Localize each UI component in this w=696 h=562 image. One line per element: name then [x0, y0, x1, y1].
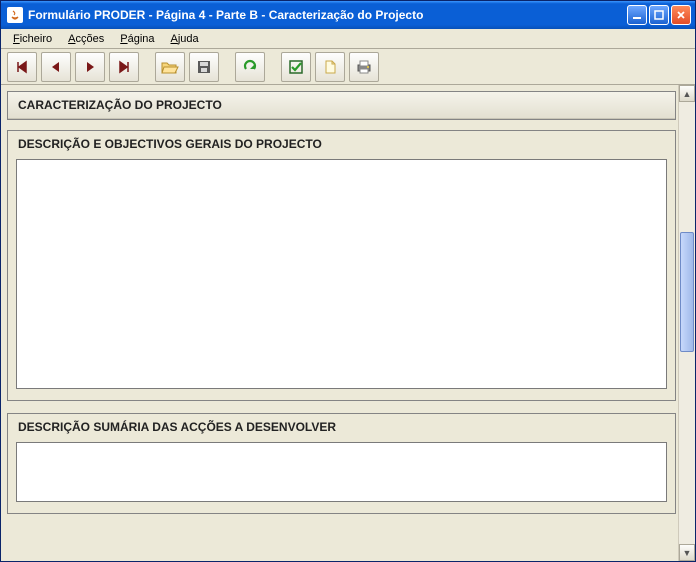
menu-ficheiro[interactable]: Ficheiro	[5, 31, 60, 47]
descricao-accoes-textarea[interactable]	[16, 442, 667, 502]
panel-title: CARACTERIZAÇÃO DO PROJECTO	[8, 92, 675, 119]
redo-arrow-icon	[242, 59, 258, 75]
window-buttons	[627, 5, 691, 25]
nav-last-button[interactable]	[109, 52, 139, 82]
open-button[interactable]	[155, 52, 185, 82]
maximize-button[interactable]	[649, 5, 669, 25]
scroll-up-button[interactable]: ▲	[679, 85, 695, 102]
menu-ajuda[interactable]: Ajuda	[163, 31, 207, 47]
refresh-button[interactable]	[235, 52, 265, 82]
window-title: Formulário PRODER - Página 4 - Parte B -…	[28, 8, 627, 22]
checkbox-check-icon	[288, 59, 304, 75]
section-title: DESCRIÇÃO SUMÁRIA DAS ACÇÕES A DESENVOLV…	[8, 414, 675, 440]
menu-label: Ajuda	[171, 33, 199, 45]
descricao-objectivos-textarea[interactable]	[16, 159, 667, 389]
scroll-pane: CARACTERIZAÇÃO DO PROJECTO DESCRIÇÃO E O…	[1, 85, 678, 561]
section-descricao-objectivos: DESCRIÇÃO E OBJECTIVOS GERAIS DO PROJECT…	[7, 130, 676, 401]
menu-accoes[interactable]: Acções	[60, 31, 112, 47]
section-descricao-accoes: DESCRIÇÃO SUMÁRIA DAS ACÇÕES A DESENVOLV…	[7, 413, 676, 514]
validate-button[interactable]	[281, 52, 311, 82]
java-icon	[7, 7, 23, 23]
scroll-down-button[interactable]: ▼	[679, 544, 695, 561]
titlebar: Formulário PRODER - Página 4 - Parte B -…	[1, 1, 695, 29]
menubar: Ficheiro Acções Página Ajuda	[1, 29, 695, 49]
scroll-thumb[interactable]	[680, 232, 694, 352]
new-page-button[interactable]	[315, 52, 345, 82]
menu-label: Acções	[68, 33, 104, 45]
menu-label: Ficheiro	[13, 33, 52, 45]
nav-next-button[interactable]	[75, 52, 105, 82]
content-area: CARACTERIZAÇÃO DO PROJECTO DESCRIÇÃO E O…	[1, 85, 695, 561]
nav-prev-button[interactable]	[41, 52, 71, 82]
folder-open-icon	[161, 59, 179, 75]
toolbar	[1, 49, 695, 85]
nav-first-button[interactable]	[7, 52, 37, 82]
menu-pagina[interactable]: Página	[112, 31, 162, 47]
main-panel: CARACTERIZAÇÃO DO PROJECTO	[7, 91, 676, 120]
print-button[interactable]	[349, 52, 379, 82]
menu-label: Página	[120, 33, 154, 45]
vertical-scrollbar[interactable]: ▲ ▼	[678, 85, 695, 561]
close-button[interactable]	[671, 5, 691, 25]
minimize-button[interactable]	[627, 5, 647, 25]
printer-icon	[355, 59, 373, 75]
scroll-track[interactable]	[679, 102, 695, 544]
save-button[interactable]	[189, 52, 219, 82]
page-icon	[322, 59, 338, 75]
floppy-icon	[196, 59, 212, 75]
section-title: DESCRIÇÃO E OBJECTIVOS GERAIS DO PROJECT…	[8, 131, 675, 157]
